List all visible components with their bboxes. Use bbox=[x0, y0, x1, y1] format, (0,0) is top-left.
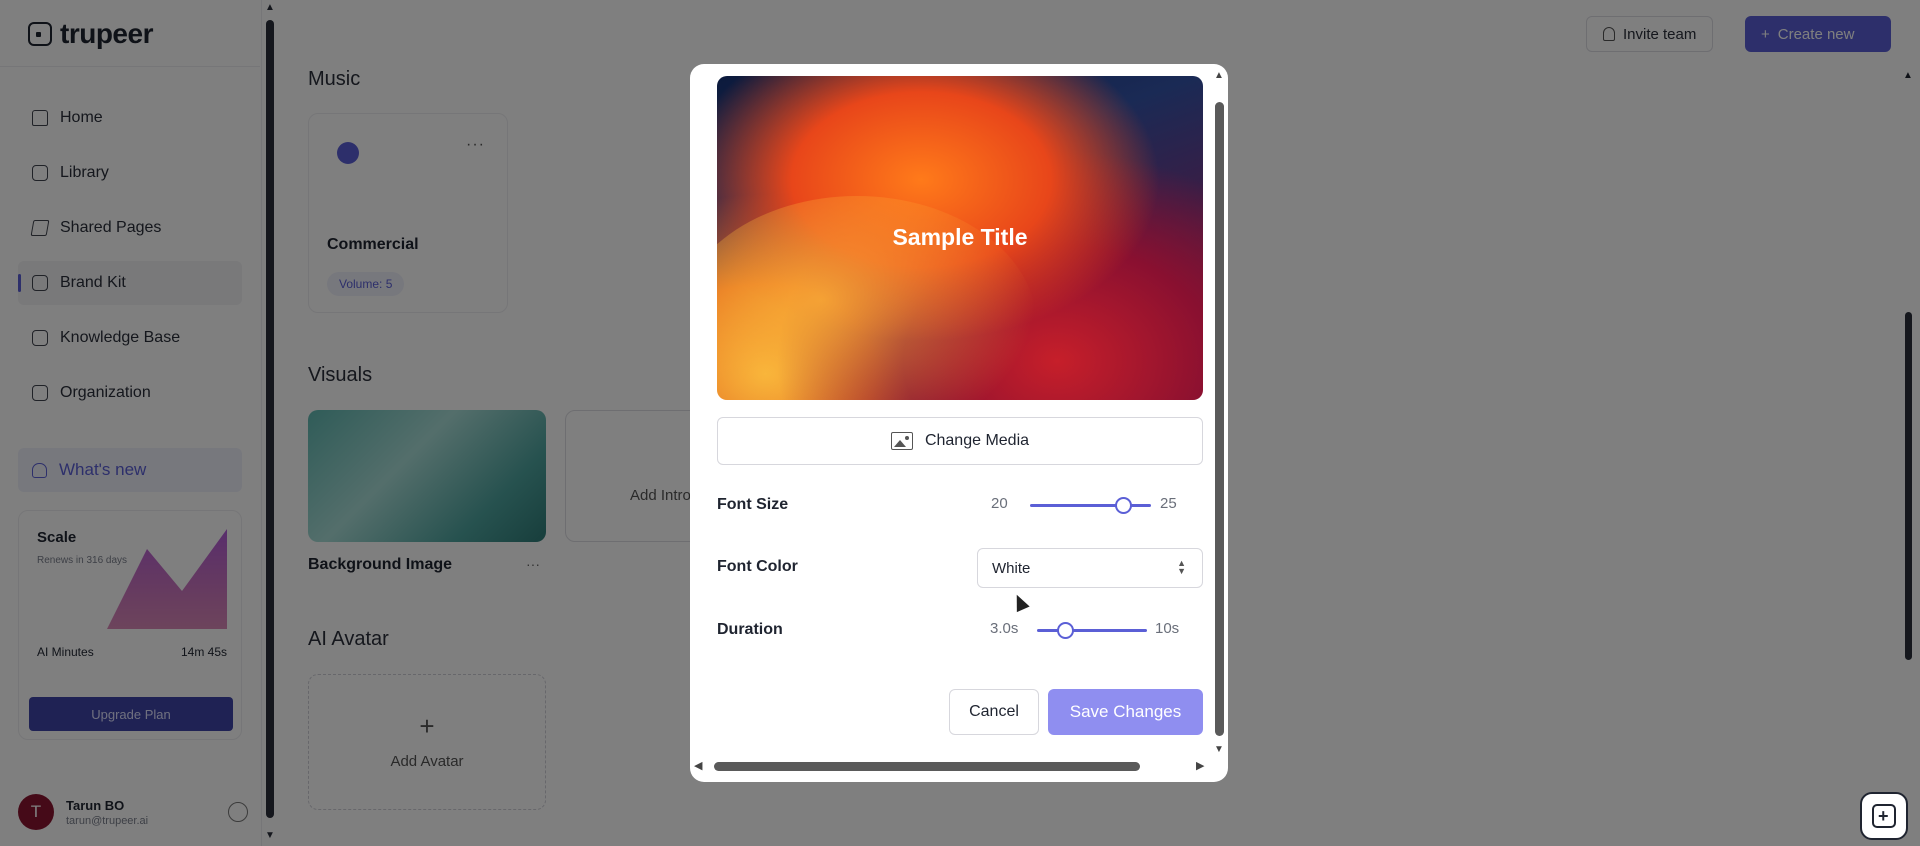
plus-icon: + bbox=[1878, 806, 1889, 826]
duration-slider-track[interactable] bbox=[1037, 629, 1147, 632]
duration-max: 10s bbox=[1155, 620, 1180, 637]
duration-label: Duration bbox=[717, 621, 783, 638]
change-media-button[interactable]: Change Media bbox=[717, 417, 1203, 465]
font-size-slider[interactable]: 20 25 bbox=[980, 487, 1200, 523]
font-size-label: Font Size bbox=[717, 496, 789, 513]
scroll-left-arrow-icon[interactable]: ◀ bbox=[694, 759, 702, 772]
font-size-slider-track[interactable] bbox=[1030, 504, 1151, 507]
duration-slider-handle[interactable] bbox=[1056, 622, 1074, 639]
cancel-button[interactable]: Cancel bbox=[949, 689, 1039, 735]
change-media-label: Change Media bbox=[924, 432, 1030, 449]
font-color-value: White bbox=[992, 559, 1031, 577]
dialog-horizontal-scrollbar[interactable]: ◀ ▶ bbox=[690, 758, 1212, 774]
duration-slider[interactable]: 3.0s 10s bbox=[980, 612, 1200, 648]
select-arrows-icon: ▲ ▼ bbox=[1177, 558, 1186, 576]
preview-title: Sample Title bbox=[892, 224, 1028, 250]
font-color-select[interactable]: White ▲ ▼ bbox=[977, 548, 1203, 588]
image-icon bbox=[890, 432, 913, 450]
title-preview: Sample Title bbox=[717, 76, 1203, 400]
duration-value: 3.0s bbox=[990, 620, 1019, 637]
floating-action-button[interactable]: + bbox=[1860, 792, 1908, 840]
scroll-down-arrow-icon[interactable]: ▼ bbox=[1214, 744, 1224, 755]
font-size-slider-handle[interactable] bbox=[1115, 497, 1133, 514]
dialog-vertical-scrollbar[interactable]: ▲ ▼ bbox=[1212, 64, 1226, 758]
save-changes-button[interactable]: Save Changes bbox=[1048, 689, 1203, 735]
font-size-max: 25 bbox=[1160, 495, 1177, 512]
font-color-label: Font Color bbox=[717, 558, 798, 575]
edit-title-dialog: Sample Title Change Media Font Size 20 2… bbox=[690, 64, 1228, 782]
scroll-up-arrow-icon[interactable]: ▲ bbox=[1214, 70, 1224, 81]
scroll-right-arrow-icon[interactable]: ▶ bbox=[1196, 759, 1204, 772]
font-size-min: 20 bbox=[991, 495, 1008, 512]
dialog-vertical-scroll-thumb[interactable] bbox=[1215, 102, 1224, 736]
dialog-horizontal-scroll-thumb[interactable] bbox=[714, 762, 1140, 771]
